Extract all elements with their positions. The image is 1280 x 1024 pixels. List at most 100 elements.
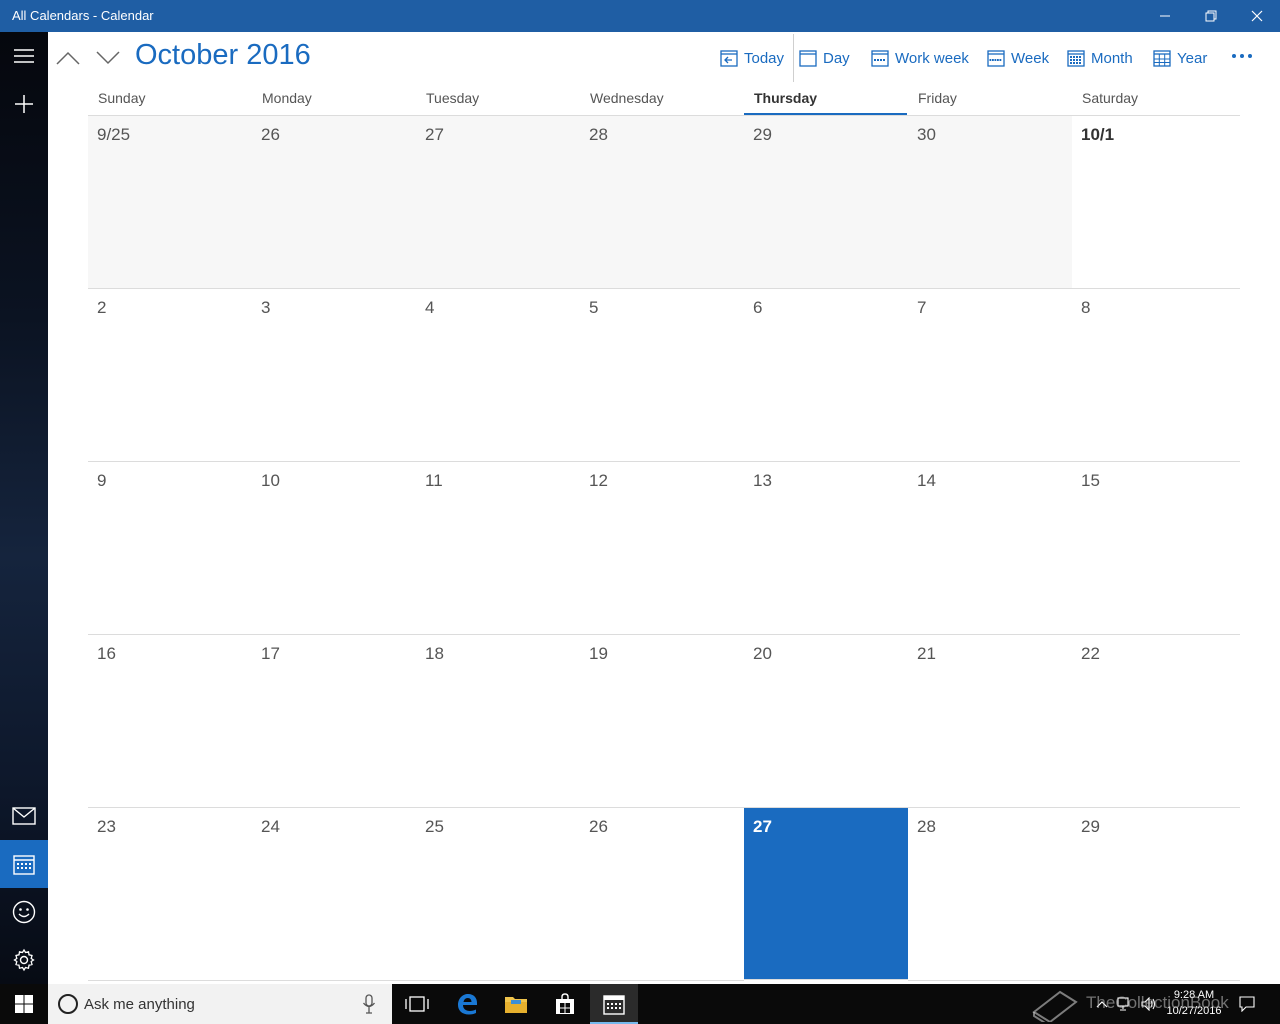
day-cell-today[interactable]: 27 [744,808,908,980]
day-cell[interactable]: 28 [580,116,744,289]
day-number: 29 [753,125,772,144]
day-cell[interactable]: 19 [580,635,744,808]
day-number: 10 [261,471,280,490]
settings-gear-icon [13,948,35,972]
action-center-button[interactable] [1234,984,1260,1024]
microphone-icon[interactable] [362,994,376,1014]
day-number: 3 [261,298,271,317]
day-cell[interactable]: 2 [88,289,252,462]
task-view-icon [405,996,429,1012]
mail-button[interactable] [0,792,48,840]
day-cell[interactable]: 9 [88,462,252,635]
day-number: 17 [261,644,280,663]
day-cell[interactable]: 8 [1072,289,1240,462]
day-number: 7 [917,298,927,317]
day-number: 12 [589,471,608,490]
day-cell[interactable]: 11 [416,462,580,635]
clock-date: 10/27/2016 [1166,1005,1222,1017]
volume-icon [1141,997,1156,1011]
store-button[interactable] [541,984,589,1024]
more-options-button[interactable] [1228,42,1256,70]
edge-browser-button[interactable] [443,984,491,1024]
work-week-view-button[interactable]: Work week [871,46,969,70]
day-cell[interactable]: 18 [416,635,580,808]
clock[interactable]: 9:28 AM 10/27/2016 [1158,987,1230,1019]
calendar-toolbar: October 2016 Today Day Work week Week Mo… [48,32,1280,82]
weekday-header-wednesday: Wednesday [590,90,664,106]
day-cell[interactable]: 22 [1072,635,1240,808]
next-month-button[interactable] [94,44,122,72]
day-cell[interactable]: 16 [88,635,252,808]
month-view-button[interactable]: Month [1067,46,1133,70]
task-view-button[interactable] [394,984,440,1024]
day-cell[interactable]: 25 [416,808,580,981]
day-cell[interactable]: 23 [88,808,252,981]
restore-button[interactable] [1188,0,1234,32]
calendar-icon [13,855,35,875]
taskbar: 9:28 AM 10/27/2016 [0,984,1280,1024]
weekday-header-sunday: Sunday [98,90,146,106]
search-input[interactable] [84,992,354,1016]
day-cell[interactable]: 7 [908,289,1072,462]
day-cell[interactable]: 28 [908,808,1072,981]
day-cell[interactable]: 6 [744,289,908,462]
day-cell[interactable]: 12 [580,462,744,635]
show-hidden-icons-button[interactable] [1092,984,1112,1024]
calendar-taskbar-button[interactable] [590,984,638,1024]
start-button[interactable] [0,984,48,1024]
day-cell[interactable]: 30 [908,116,1072,289]
file-explorer-button[interactable] [492,984,540,1024]
day-cell[interactable]: 13 [744,462,908,635]
day-cell[interactable]: 9/25 [88,116,252,289]
today-label: Today [744,49,785,67]
people-button[interactable] [0,888,48,936]
year-view-button[interactable]: Year [1153,46,1207,70]
cortana-icon [58,994,78,1014]
today-button[interactable]: Today [720,46,784,70]
calendar-app-icon [603,995,625,1015]
volume-button[interactable] [1138,984,1160,1024]
day-number: 15 [1081,471,1100,490]
day-cell[interactable]: 26 [252,116,416,289]
day-cell[interactable]: 21 [908,635,1072,808]
close-button[interactable] [1234,0,1280,32]
navigation-rail [0,32,48,984]
network-button[interactable] [1114,984,1136,1024]
day-view-button[interactable]: Day [799,46,850,70]
day-cell[interactable]: 24 [252,808,416,981]
day-cell[interactable]: 3 [252,289,416,462]
day-cell[interactable]: 5 [580,289,744,462]
chevron-up-icon [56,51,80,65]
edge-browser-icon [458,994,477,1015]
day-cell[interactable]: 27 [416,116,580,289]
day-cell[interactable]: 26 [580,808,744,981]
settings-button[interactable] [0,936,48,984]
network-icon [1117,997,1129,1011]
more-ellipsis-icon [1232,54,1252,58]
day-number: 30 [917,125,936,144]
minimize-button[interactable] [1142,0,1188,32]
day-cell[interactable]: 29 [744,116,908,289]
work-week-view-label: Work week [895,49,969,67]
day-cell[interactable]: 4 [416,289,580,462]
hamburger-menu-icon [14,49,34,63]
day-cell[interactable]: 15 [1072,462,1240,635]
day-cell[interactable]: 10/1 [1072,116,1240,289]
day-number: 11 [425,471,443,490]
chevron-up-tray-icon [1096,1001,1108,1008]
day-number: 23 [97,817,116,836]
day-cell[interactable]: 29 [1072,808,1240,981]
calendar-button[interactable] [0,840,48,888]
day-number: 9 [97,471,107,490]
day-cell[interactable]: 14 [908,462,1072,635]
hamburger-menu-button[interactable] [0,32,48,80]
week-view-button[interactable]: Week [987,46,1049,70]
previous-month-button[interactable] [54,44,82,72]
day-cell[interactable]: 10 [252,462,416,635]
day-number: 25 [425,817,444,836]
day-cell[interactable]: 17 [252,635,416,808]
day-cell[interactable]: 20 [744,635,908,808]
new-event-button[interactable] [0,80,48,128]
cortana-search-box[interactable] [48,984,392,1024]
year-view-icon [1153,50,1171,67]
